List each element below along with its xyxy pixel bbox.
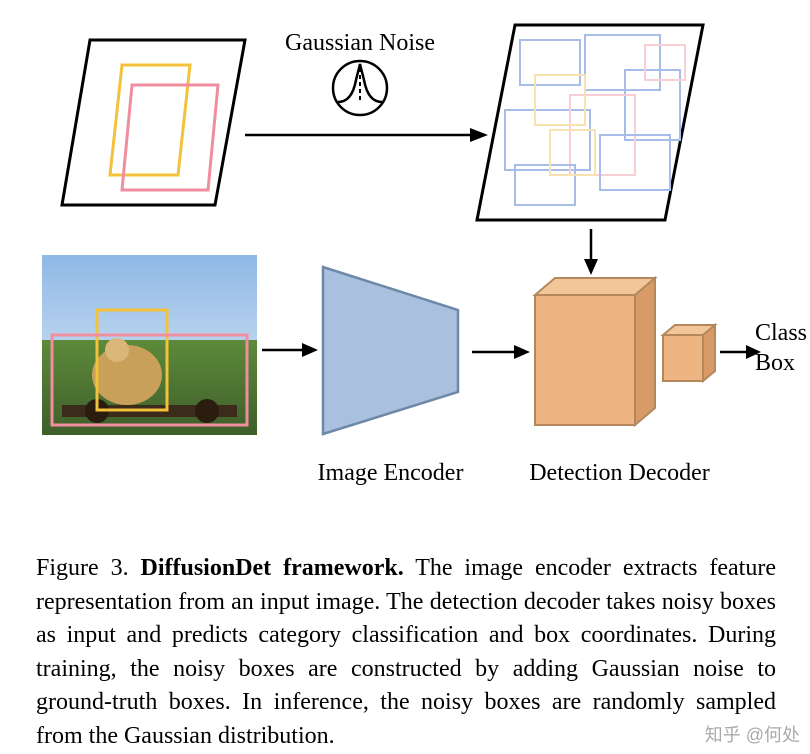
arrow-gt-to-noisy xyxy=(240,120,490,150)
arrow-encoder-to-decoder xyxy=(470,342,532,362)
gaussian-distribution-icon xyxy=(330,58,390,118)
image-encoder-label: Image Encoder xyxy=(303,460,478,487)
detection-decoder-label: Detection Decoder xyxy=(507,460,732,487)
arrow-image-to-encoder xyxy=(260,340,320,360)
noisy-boxes xyxy=(475,15,710,230)
output-box-label: Box xyxy=(755,350,810,377)
caption-title: DiffusionDet framework. xyxy=(141,555,404,581)
caption-prefix: Figure 3. xyxy=(36,555,129,581)
input-image xyxy=(42,255,257,435)
arrow-noisy-to-decoder xyxy=(576,227,606,277)
image-encoder-block xyxy=(318,262,468,440)
figure-caption: Figure 3. DiffusionDet framework. The im… xyxy=(36,552,776,754)
detection-decoder-block-small xyxy=(660,323,720,385)
detection-decoder-block xyxy=(530,275,660,430)
watermark: 知乎 @何处 xyxy=(705,721,800,747)
gaussian-noise-label: Gaussian Noise xyxy=(270,30,450,57)
ground-truth-boxes xyxy=(60,30,250,210)
output-class-label: Class xyxy=(755,320,810,347)
caption-body: The image encoder extracts feature repre… xyxy=(36,555,776,749)
